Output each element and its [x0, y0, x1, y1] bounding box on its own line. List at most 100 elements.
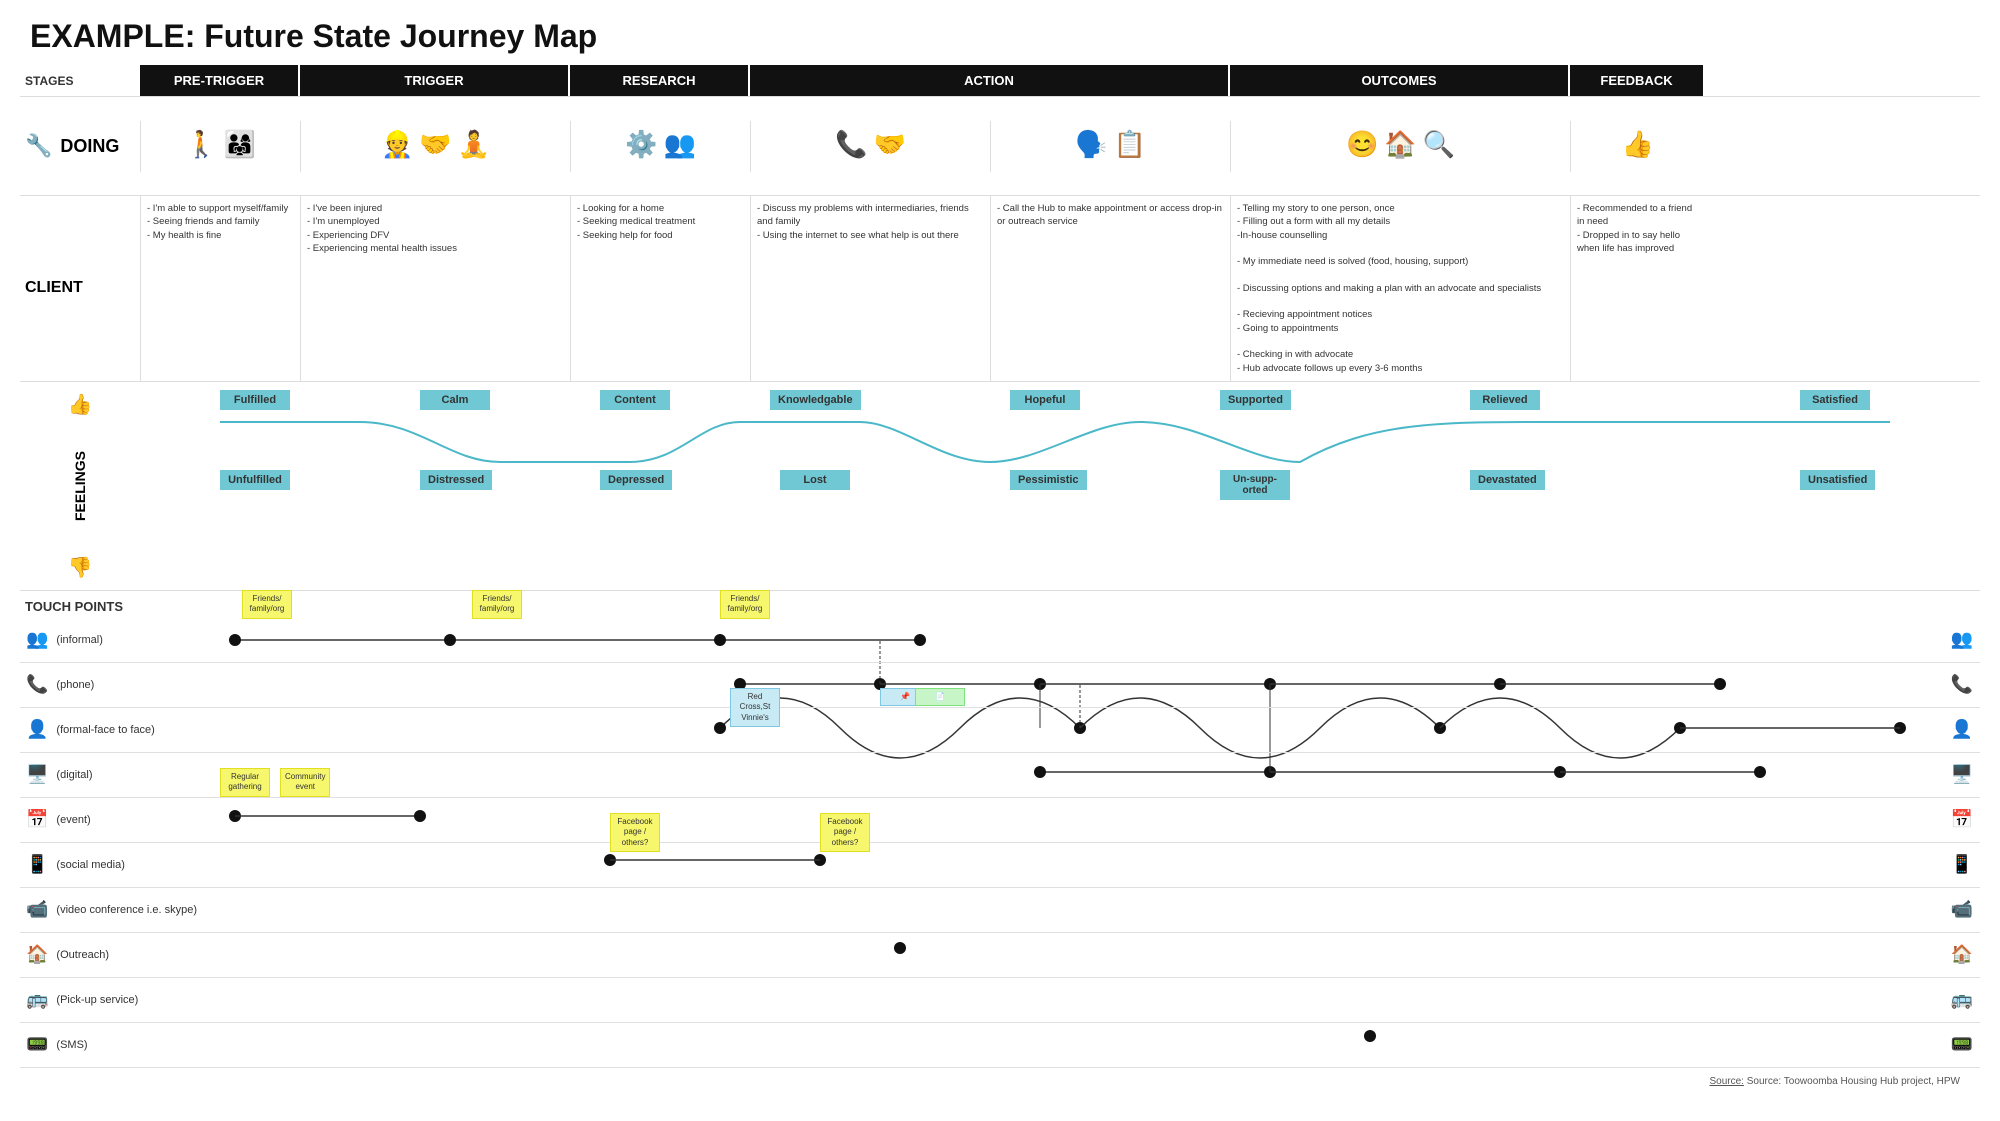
- tp-row-event: 📅 (event) Regulargathering Communityeven…: [20, 798, 1980, 843]
- tp-label-digital: 🖥️ (digital): [20, 760, 220, 789]
- people-icon: 👥: [664, 129, 696, 160]
- tp-right-informal: 👥: [1944, 629, 1980, 650]
- doing-cell-outcomes: 😊 🏠 🔍: [1230, 121, 1570, 172]
- source-label: Source:: [1709, 1076, 1743, 1087]
- tp-line-outreach: [220, 933, 1944, 977]
- stage-feedback: FEEDBACK: [1570, 65, 1705, 96]
- worker-icon: 👷: [381, 129, 413, 160]
- video-icon: 📹: [26, 899, 48, 920]
- tp-line-sms: [220, 1023, 1944, 1067]
- thumbsdown-feeling-icon: 👎: [68, 555, 93, 580]
- feeling-hopeful: Hopeful: [1010, 390, 1080, 410]
- doing-cell-research: ⚙️ 👥: [570, 121, 750, 172]
- client-cell-feedback: - Recommended to a friend in need- Dropp…: [1570, 196, 1705, 381]
- formal-text: (formal-face to face): [56, 724, 154, 736]
- person-icon: 🧘: [458, 129, 490, 160]
- sticky-friends-2: Friends/family/org: [472, 590, 522, 619]
- stage-research: RESEARCH: [570, 65, 750, 96]
- gear-icon: ⚙️: [625, 129, 657, 160]
- social-icon: 📱: [26, 854, 48, 875]
- pickup-text: (Pick-up service): [56, 994, 138, 1006]
- video-text: (video conference i.e. skype): [56, 904, 197, 916]
- tp-label-sms: 📟 (SMS): [20, 1030, 220, 1059]
- sms-text: (SMS): [56, 1039, 87, 1051]
- feeling-unsupported: Un-supp-orted: [1220, 470, 1290, 500]
- tp-label-pickup: 🚌 (Pick-up service): [20, 985, 220, 1014]
- touchpoints-header: TOUCH POINTS: [20, 591, 1980, 618]
- tp-row-video: 📹 (video conference i.e. skype) 📹: [20, 888, 1980, 933]
- doing-row: 🔧 DOING 🚶 👨‍👩‍👧 👷 🤝 🧘 ⚙️ 👥: [20, 96, 1980, 196]
- feeling-lost: Lost: [780, 470, 850, 490]
- search-icon: 🔍: [1423, 129, 1455, 160]
- sms-icon: 📟: [26, 1034, 48, 1055]
- family-icon: 👨‍👩‍👧: [224, 129, 256, 160]
- feeling-distressed: Distressed: [420, 470, 492, 490]
- client-cell-trigger: - I've been injured- I'm unemployed- Exp…: [300, 196, 570, 381]
- informal-text: (informal): [56, 634, 102, 646]
- doing-cell-action2: 🗣️ 📋: [990, 121, 1230, 172]
- stage-trigger: TRIGGER: [300, 65, 570, 96]
- tp-line-pickup: [220, 978, 1944, 1022]
- client-cell-action2: - Call the Hub to make appointment or ac…: [990, 196, 1230, 381]
- house-icon: 🏠: [1384, 129, 1416, 160]
- sticky-friends-3: Friends/family/org: [720, 590, 770, 619]
- client-row: CLIENT - I'm able to support myself/fami…: [20, 196, 1980, 382]
- tp-line-formal: RedCross,StVinnie's 📌 📄: [220, 708, 1944, 752]
- phone-icon: 📞: [835, 129, 867, 160]
- digital-text: (digital): [56, 769, 92, 781]
- formal-icon: 👤: [26, 719, 48, 740]
- client-cell-pretrigger: - I'm able to support myself/family- See…: [140, 196, 300, 381]
- stages-label: STAGES: [20, 65, 140, 96]
- tp-line-phone: [220, 663, 1944, 707]
- thumbsup-icon: 👍: [1622, 129, 1654, 160]
- feeling-satisfied: Satisfied: [1800, 390, 1870, 410]
- stage-outcomes: OUTCOMES: [1230, 65, 1570, 96]
- walking-icon: 🚶: [185, 129, 217, 160]
- phone-text: (phone): [56, 679, 94, 691]
- tp-row-sms: 📟 (SMS) 📟: [20, 1023, 1980, 1068]
- tp-label-event: 📅 (event): [20, 805, 220, 834]
- stage-pre-trigger: PRE-TRIGGER: [140, 65, 300, 96]
- client-label: CLIENT: [20, 196, 140, 381]
- sticky-facebook1: Facebookpage /others?: [610, 813, 660, 852]
- sticky-regular: Regulargathering: [220, 768, 270, 797]
- feeling-relieved: Relieved: [1470, 390, 1540, 410]
- meeting-icon: 🤝: [874, 129, 906, 160]
- tp-right-event: 📅: [1944, 809, 1980, 830]
- touchpoints-section: TOUCH POINTS: [20, 591, 1980, 1068]
- doing-cell-pretrigger: 🚶 👨‍👩‍👧: [140, 121, 300, 172]
- feeling-fulfilled: Fulfilled: [220, 390, 290, 410]
- tp-row-informal: 👥 (informal) Friends/family/org Friends/…: [20, 618, 1980, 663]
- talk-icon: 🗣️: [1075, 129, 1107, 160]
- tp-right-digital: 🖥️: [1944, 764, 1980, 785]
- sticky-redcross: RedCross,StVinnie's: [730, 688, 780, 727]
- feelings-section: 👍 FEELINGS 👎 Fulfilled Calm Content Know…: [20, 382, 1980, 591]
- doing-text: DOING: [60, 136, 119, 157]
- pickup-icon: 🚌: [26, 989, 48, 1010]
- tp-right-social: 📱: [1944, 854, 1980, 875]
- doing-label: 🔧 DOING: [20, 125, 140, 167]
- feeling-supported: Supported: [1220, 390, 1291, 410]
- tp-line-video: [220, 888, 1944, 932]
- feelings-chart: Fulfilled Calm Content Knowledgable Hope…: [140, 382, 1980, 532]
- doing-cell-feedback: 👍: [1570, 121, 1705, 172]
- social-text: (social media): [56, 859, 124, 871]
- tp-label-social: 📱 (social media): [20, 850, 220, 879]
- digital-icon: 🖥️: [26, 764, 48, 785]
- feeling-devastated: Devastated: [1470, 470, 1545, 490]
- sticky-facebook2: Facebookpage /others?: [820, 813, 870, 852]
- tp-right-outreach: 🏠: [1944, 944, 1980, 965]
- tp-row-formal: 👤 (formal-face to face) RedCross,StVinni…: [20, 708, 1980, 753]
- feeling-depressed: Depressed: [600, 470, 672, 490]
- feeling-knowledgable: Knowledgable: [770, 390, 861, 410]
- tp-line-event: Regulargathering Communityevent: [220, 798, 1944, 842]
- feeling-unsatisfied: Unsatisfied: [1800, 470, 1875, 490]
- sticky-doc: 📄: [915, 688, 965, 706]
- tp-line-informal: Friends/family/org Friends/family/org Fr…: [220, 618, 1944, 662]
- client-cell-research: - Looking for a home- Seeking medical tr…: [570, 196, 750, 381]
- tp-right-pickup: 🚌: [1944, 989, 1980, 1010]
- stages-row: STAGES PRE-TRIGGER TRIGGER RESEARCH ACTI…: [20, 65, 1980, 96]
- feeling-calm: Calm: [420, 390, 490, 410]
- informal-icon: 👥: [26, 629, 48, 650]
- source-text: Source: Toowoomba Housing Hub project, H…: [1747, 1076, 1960, 1087]
